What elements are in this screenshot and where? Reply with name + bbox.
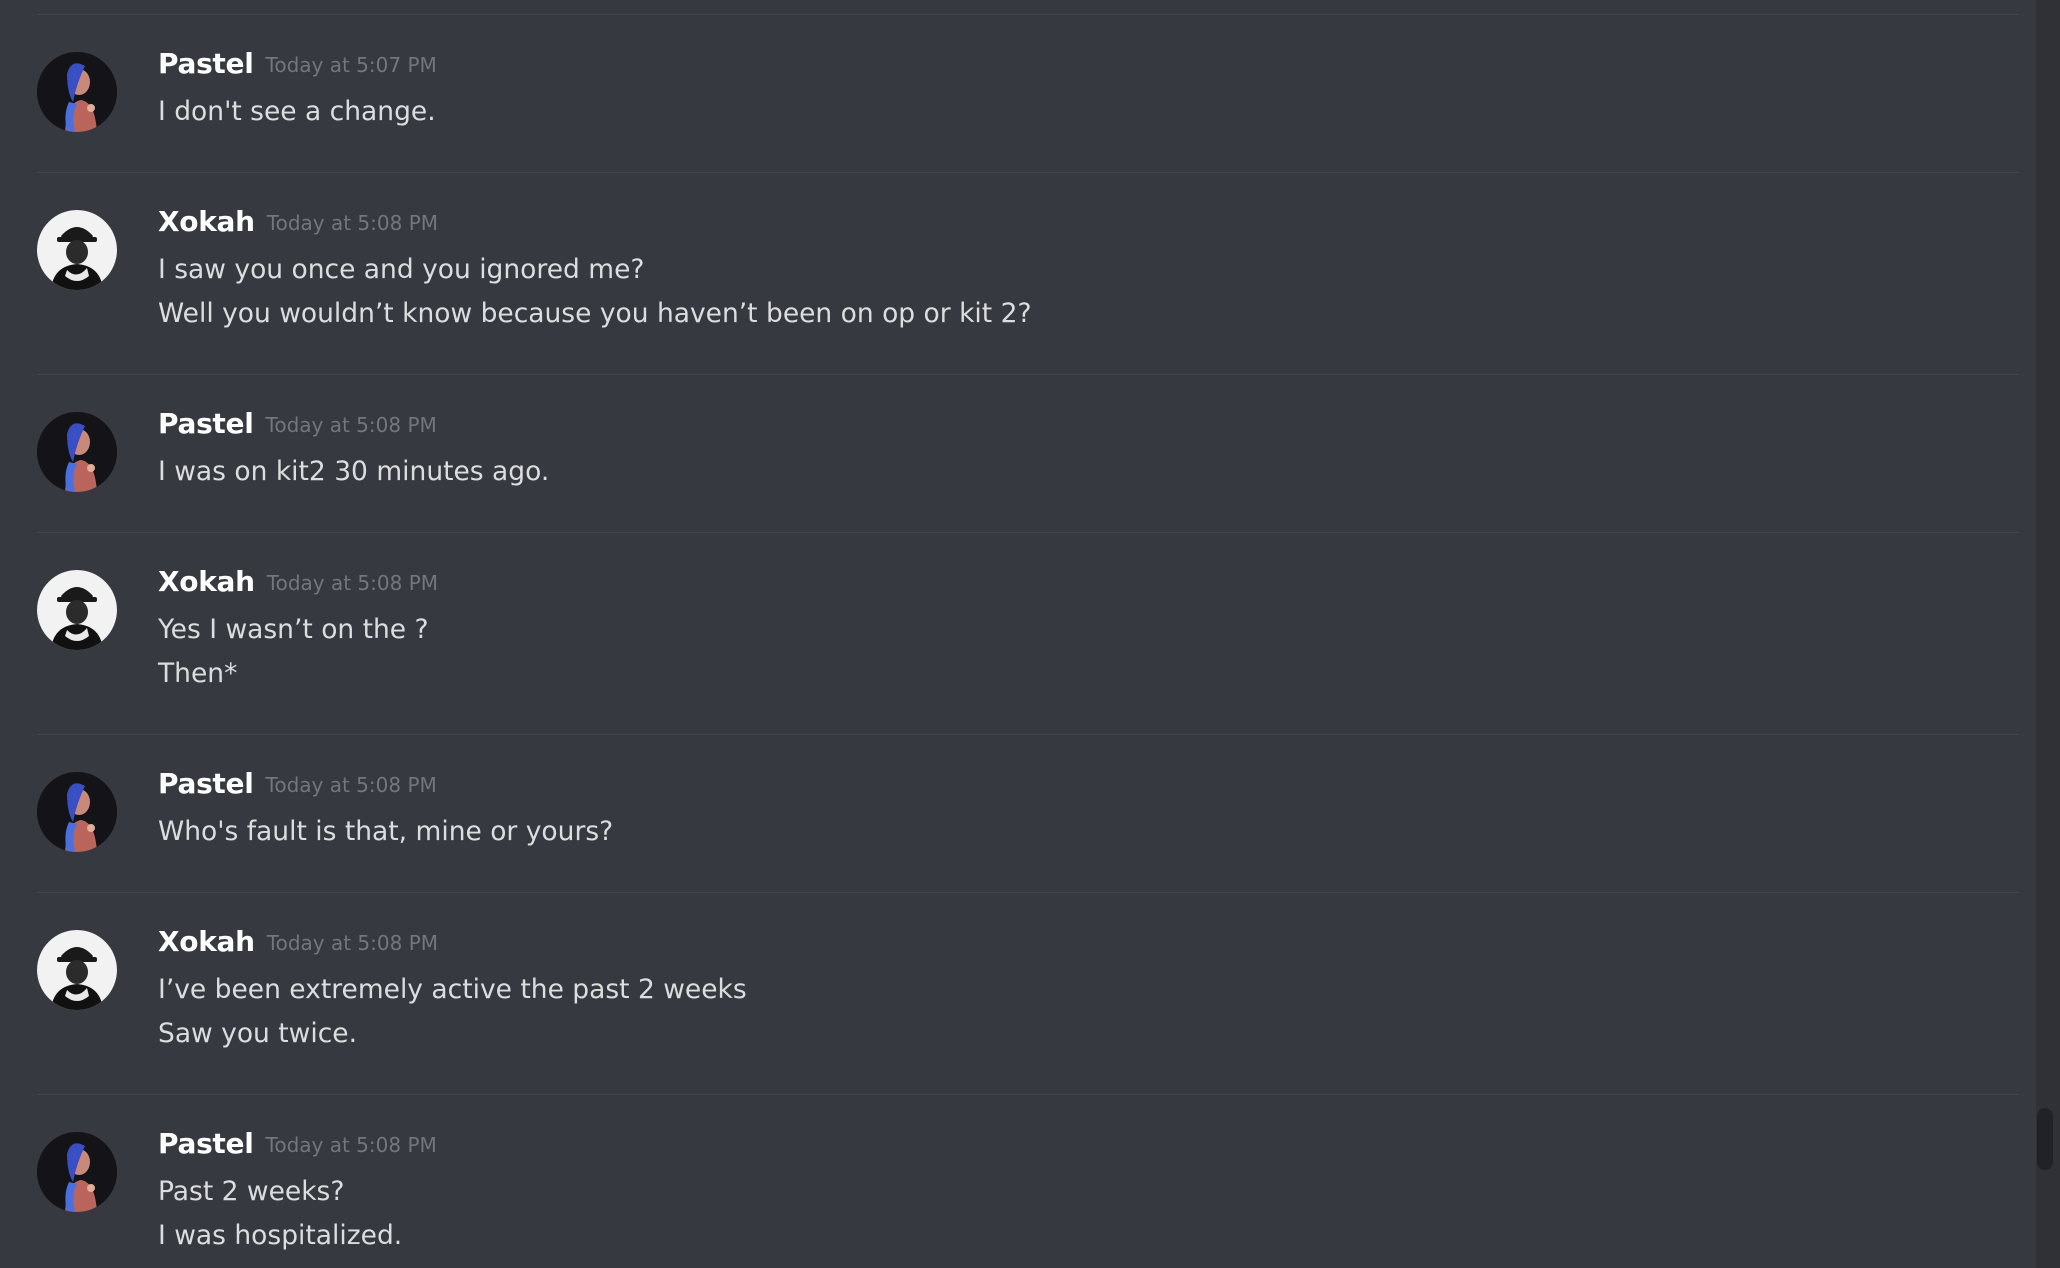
message-content: I saw you once and you ignored me? Well … xyxy=(158,248,1032,336)
timestamp[interactable]: Today at 5:08 PM xyxy=(266,413,437,437)
message-divider xyxy=(37,172,2019,173)
message-divider xyxy=(37,892,2019,893)
message-header: Xokah Today at 5:08 PM xyxy=(158,204,438,244)
message-content: Who's fault is that, mine or yours? xyxy=(158,810,613,854)
timestamp[interactable]: Today at 5:08 PM xyxy=(266,1133,437,1157)
message-text: Well you wouldn’t know because you haven… xyxy=(158,298,1032,329)
timestamp[interactable]: Today at 5:08 PM xyxy=(267,571,438,595)
timestamp[interactable]: Today at 5:08 PM xyxy=(266,773,437,797)
message-header: Pastel Today at 5:07 PM xyxy=(158,46,437,86)
xokah-avatar[interactable] xyxy=(37,570,117,650)
message-content: I don't see a change. xyxy=(158,90,436,134)
message-header: Xokah Today at 5:08 PM xyxy=(158,924,438,964)
message-text: I saw you once and you ignored me? xyxy=(158,254,645,285)
message-header: Pastel Today at 5:08 PM xyxy=(158,1126,437,1166)
username[interactable]: Pastel xyxy=(158,407,254,440)
message-text: Saw you twice. xyxy=(158,1018,357,1049)
timestamp[interactable]: Today at 5:08 PM xyxy=(267,211,438,235)
message-text: Past 2 weeks? xyxy=(158,1176,345,1207)
message-divider xyxy=(37,14,2019,15)
pastel-avatar[interactable] xyxy=(37,772,117,852)
message-header: Pastel Today at 5:08 PM xyxy=(158,406,437,446)
username[interactable]: Xokah xyxy=(158,925,255,958)
message-text: I don't see a change. xyxy=(158,96,436,127)
message-divider xyxy=(37,374,2019,375)
message-text: I’ve been extremely active the past 2 we… xyxy=(158,974,747,1005)
timestamp[interactable]: Today at 5:08 PM xyxy=(267,931,438,955)
message-header: Xokah Today at 5:08 PM xyxy=(158,564,438,604)
message-text: I was on kit2 30 minutes ago. xyxy=(158,456,550,487)
message-content: Past 2 weeks? I was hospitalized. xyxy=(158,1170,402,1258)
message-text: Then* xyxy=(158,658,238,689)
message-content: Yes I wasn’t on the ? Then* xyxy=(158,608,429,696)
pastel-avatar[interactable] xyxy=(37,1132,117,1212)
username[interactable]: Pastel xyxy=(158,1127,254,1160)
message-divider xyxy=(37,1094,2019,1095)
message-list[interactable]: Pastel Today at 5:07 PM I don't see a cha… xyxy=(0,0,2038,1268)
message-content: I was on kit2 30 minutes ago. xyxy=(158,450,549,494)
message-header: Pastel Today at 5:08 PM xyxy=(158,766,437,806)
username[interactable]: Pastel xyxy=(158,47,254,80)
pastel-avatar[interactable] xyxy=(37,412,117,492)
message-divider xyxy=(37,532,2019,533)
message-content: I’ve been extremely active the past 2 we… xyxy=(158,968,747,1056)
username[interactable]: Pastel xyxy=(158,767,254,800)
message-divider xyxy=(37,734,2019,735)
username[interactable]: Xokah xyxy=(158,565,255,598)
xokah-avatar[interactable] xyxy=(37,210,117,290)
timestamp[interactable]: Today at 5:07 PM xyxy=(266,53,437,77)
username[interactable]: Xokah xyxy=(158,205,255,238)
message-text: I was hospitalized. xyxy=(158,1220,403,1251)
pastel-avatar[interactable] xyxy=(37,52,117,132)
xokah-avatar[interactable] xyxy=(37,930,117,1010)
scrollbar-thumb[interactable] xyxy=(2037,1108,2053,1170)
message-text: Who's fault is that, mine or yours? xyxy=(158,816,614,847)
scrollbar-track[interactable] xyxy=(2036,0,2060,1268)
message-text: Yes I wasn’t on the ? xyxy=(158,614,429,645)
